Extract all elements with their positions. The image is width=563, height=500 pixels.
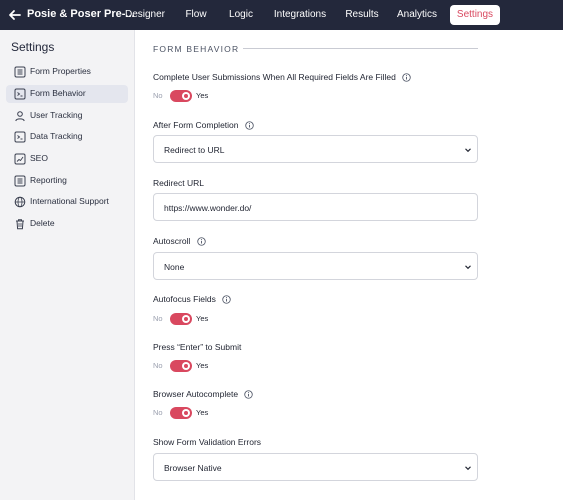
toggle-switch[interactable] — [170, 313, 192, 325]
tab-analytics[interactable]: Analytics — [393, 5, 441, 25]
sidebar-item-form-behavior[interactable]: Form Behavior — [6, 85, 128, 103]
sidebar-item-label: Reporting — [30, 175, 67, 185]
toggle-switch[interactable] — [170, 90, 192, 102]
sidebar-item-data-tracking[interactable]: Data Tracking — [6, 128, 128, 146]
toggle-knob — [182, 315, 190, 323]
sidebar-item-international-support[interactable]: International Support — [6, 193, 128, 211]
sidebar-item-label: Form Properties — [30, 66, 91, 76]
globe-icon — [14, 196, 26, 208]
autoscroll-select[interactable]: None — [153, 252, 478, 280]
press-enter-label: Press “Enter” to Submit — [153, 342, 242, 352]
back-arrow-icon[interactable] — [8, 8, 22, 22]
select-value: None — [164, 262, 185, 272]
tab-designer[interactable]: Designer — [122, 5, 168, 25]
redirect-url-input[interactable]: https://www.wonder.do/ — [153, 193, 478, 221]
info-icon[interactable] — [245, 121, 254, 130]
toggle-switch[interactable] — [170, 360, 192, 372]
toggle-no-label: No — [153, 361, 163, 370]
toggle-yes-label: Yes — [196, 408, 209, 417]
toggle-no-label: No — [153, 314, 163, 323]
after-completion-select[interactable]: Redirect to URL — [153, 135, 478, 163]
sidebar-item-label: International Support — [30, 196, 109, 206]
info-icon[interactable] — [197, 237, 206, 246]
sidebar-item-reporting[interactable]: Reporting — [6, 172, 128, 190]
trash-icon — [16, 219, 24, 230]
toggle-knob — [182, 409, 190, 417]
info-icon[interactable] — [402, 73, 411, 82]
section-divider — [243, 48, 478, 49]
tab-logic[interactable]: Logic — [224, 5, 258, 25]
autofocus-label: Autofocus Fields — [153, 294, 231, 304]
tab-flow[interactable]: Flow — [180, 5, 212, 25]
toggle-no-label: No — [153, 91, 163, 100]
sidebar-title: Settings — [11, 40, 55, 54]
tab-settings[interactable]: Settings — [450, 5, 500, 25]
sidebar-item-label: SEO — [30, 153, 48, 163]
user-icon — [15, 111, 25, 122]
toggle-switch[interactable] — [170, 407, 192, 419]
terminal-icon — [14, 131, 26, 143]
sidebar-item-delete[interactable]: Delete — [6, 215, 128, 233]
chevron-down-icon — [465, 265, 471, 270]
sidebar-item-form-properties[interactable]: Form Properties — [6, 63, 128, 81]
top-nav-bar: Posie & Poser Pre-... Designer Flow Logi… — [0, 0, 563, 30]
select-value: Redirect to URL — [164, 145, 225, 155]
settings-sidebar: Settings Form Properties Form Behavior U… — [0, 30, 135, 500]
info-icon[interactable] — [244, 390, 254, 399]
tab-results[interactable]: Results — [341, 5, 383, 25]
validation-errors-label: Show Form Validation Errors — [153, 437, 262, 447]
tab-integrations[interactable]: Integrations — [270, 5, 330, 25]
sidebar-item-label: Data Tracking — [30, 131, 83, 141]
complete-submissions-label: Complete User Submissions When All Requi… — [153, 72, 411, 82]
after-completion-label: After Form Completion — [153, 120, 254, 130]
list-icon — [14, 175, 26, 187]
chart-icon — [14, 153, 26, 165]
toggle-knob — [182, 362, 190, 370]
browser-autocomplete-label: Browser Autocomplete — [153, 389, 254, 399]
list-icon — [14, 66, 26, 78]
terminal-icon — [14, 88, 26, 100]
chevron-down-icon — [465, 148, 471, 153]
autoscroll-label: Autoscroll — [153, 236, 206, 246]
toggle-no-label: No — [153, 408, 163, 417]
redirect-url-label: Redirect URL — [153, 178, 205, 188]
toggle-yes-label: Yes — [196, 314, 209, 323]
sidebar-item-user-tracking[interactable]: User Tracking — [6, 107, 128, 125]
validation-errors-select[interactable]: Browser Native — [153, 453, 478, 481]
toggle-knob — [182, 92, 190, 100]
app-title: Posie & Poser Pre-... — [27, 8, 135, 20]
sidebar-item-label: Delete — [30, 218, 55, 228]
sidebar-item-seo[interactable]: SEO — [6, 150, 128, 168]
sidebar-item-label: Form Behavior — [30, 88, 86, 98]
info-icon[interactable] — [222, 295, 231, 304]
section-heading: FORM BEHAVIOR — [153, 44, 240, 54]
toggle-yes-label: Yes — [196, 91, 209, 100]
sidebar-item-label: User Tracking — [30, 110, 83, 120]
select-value: Browser Native — [164, 463, 222, 473]
input-value: https://www.wonder.do/ — [164, 203, 252, 213]
toggle-yes-label: Yes — [196, 361, 209, 370]
chevron-down-icon — [465, 466, 471, 471]
